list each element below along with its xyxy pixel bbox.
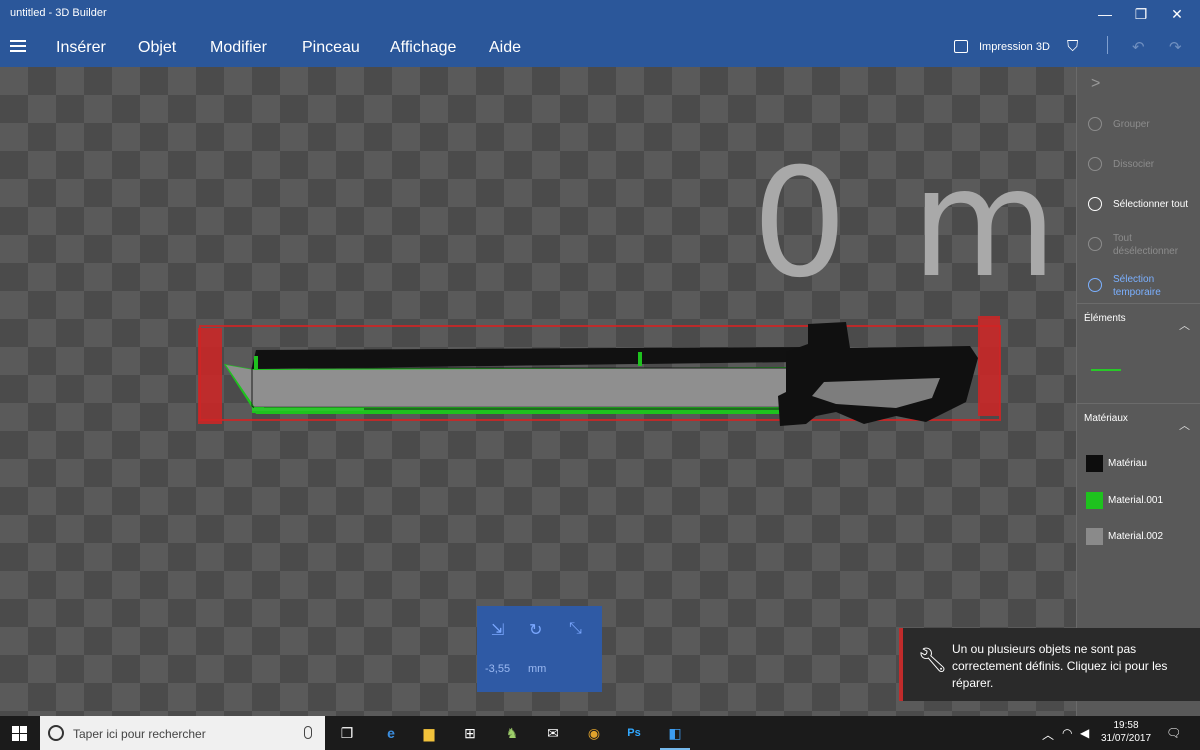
material-item[interactable]: Matériau: [1086, 455, 1200, 473]
mail-icon[interactable]: ✉: [538, 721, 568, 745]
spine: [252, 347, 806, 369]
file-explorer-icon[interactable]: ▆: [414, 721, 444, 745]
elements-header: Éléments: [1084, 313, 1126, 324]
rivet-left: [254, 356, 258, 370]
undo-icon[interactable]: ↶: [1132, 38, 1145, 56]
notification-text: Un ou plusieurs objets ne sont pas corre…: [952, 642, 1168, 690]
hamburger-menu-icon[interactable]: [10, 40, 26, 54]
group-icon: [1088, 117, 1102, 131]
store-icon[interactable]: ⊞: [455, 721, 485, 745]
transform-unit: mm: [528, 663, 547, 675]
transform-value[interactable]: -3,55: [485, 663, 510, 675]
selection-handle-right: [978, 316, 1000, 416]
panel-collapse-chevron-icon[interactable]: >: [1091, 75, 1100, 93]
redo-icon[interactable]: ↷: [1169, 38, 1182, 56]
element-thumbnail[interactable]: [1091, 369, 1121, 371]
3d-viewport[interactable]: 0 mm ⇲ ↻ ⤡ -3,55 mm: [0, 67, 1076, 716]
menu-inserer[interactable]: Insérer: [56, 39, 106, 57]
panel-divider: [1077, 303, 1200, 304]
dimension-label: 0 mm: [752, 137, 1076, 311]
taskbar: Taper ici pour rechercher ❐ e ▆ ⊞ ♞ ✉ ◉ …: [0, 716, 1200, 750]
task-view-icon[interactable]: ❐: [332, 721, 362, 745]
menu-aide[interactable]: Aide: [489, 39, 521, 57]
ungroup-icon: [1088, 157, 1102, 171]
scale-icon[interactable]: ⤡: [569, 620, 582, 638]
blade-body: [226, 365, 794, 409]
deselect-all-icon: [1088, 237, 1102, 251]
knife-model[interactable]: [196, 312, 1006, 432]
clock-time: 19:58: [1113, 720, 1139, 731]
title-bar: untitled - 3D Builder — ❐ ✕: [0, 0, 1200, 30]
material-swatch: [1086, 528, 1103, 545]
game-app-icon[interactable]: ♞: [497, 721, 527, 745]
transform-panel: ⇲ ↻ ⤡ -3,55 mm: [477, 606, 602, 692]
materials-collapse-icon[interactable]: ︿: [1179, 417, 1190, 433]
temporary-selection-icon: [1088, 278, 1102, 292]
volume-icon[interactable]: ◀: [1080, 726, 1089, 740]
elements-collapse-icon[interactable]: ︿: [1179, 317, 1190, 333]
wifi-icon[interactable]: ◠: [1062, 726, 1072, 740]
menu-pinceau[interactable]: Pinceau: [302, 39, 360, 57]
tray-chevron-icon[interactable]: ︿: [1042, 726, 1054, 743]
edge-shadow: [254, 406, 784, 408]
windows-start-icon[interactable]: [12, 726, 27, 741]
taskbar-search-box[interactable]: Taper ici pour rechercher: [40, 716, 325, 750]
microphone-icon[interactable]: [304, 726, 312, 739]
rivet-right: [638, 352, 642, 366]
3d-builder-taskbar-icon[interactable]: ◧: [660, 721, 690, 750]
material-item[interactable]: Material.002: [1086, 528, 1200, 546]
menu-bar: Insérer Objet Modifier Pinceau Affichage…: [0, 30, 1200, 67]
taskbar-clock[interactable]: 19:58 31/07/2017: [1100, 719, 1152, 745]
window-title: untitled - 3D Builder: [10, 7, 107, 19]
panel-divider-2: [1077, 403, 1200, 404]
menu-modifier[interactable]: Modifier: [210, 39, 267, 57]
clock-date: 31/07/2017: [1100, 733, 1152, 744]
wrench-icon: 🔧︎: [917, 647, 948, 674]
material-item[interactable]: Material.001: [1086, 492, 1200, 510]
edge-highlight: [252, 408, 364, 411]
materials-header: Matériaux: [1084, 413, 1128, 424]
action-center-icon[interactable]: 🗨︎: [1166, 726, 1181, 740]
cortana-icon: [48, 725, 64, 741]
menu-objet[interactable]: Objet: [138, 39, 176, 57]
select-all-icon: [1088, 197, 1102, 211]
selection-handle-left: [198, 328, 222, 424]
close-button[interactable]: ✕: [1154, 0, 1200, 28]
repair-notification[interactable]: 🔧︎ Un ou plusieurs objets ne sont pas co…: [899, 628, 1200, 701]
right-panel: > Grouper Dissocier Sélectionner tout To…: [1076, 67, 1200, 716]
material-swatch: [1086, 455, 1103, 472]
move-icon[interactable]: ⇲: [491, 620, 504, 640]
tip: [254, 407, 264, 408]
material-swatch: [1086, 492, 1103, 509]
menu-affichage[interactable]: Affichage: [390, 39, 456, 57]
toolbar-divider: [1107, 36, 1108, 54]
search-placeholder: Taper ici pour rechercher: [73, 727, 206, 741]
edge-browser-icon[interactable]: e: [376, 721, 406, 745]
printer-icon[interactable]: [954, 40, 968, 53]
handle: [778, 322, 978, 426]
rotate-icon[interactable]: ↻: [529, 620, 542, 640]
photoshop-icon[interactable]: Ps: [619, 721, 649, 745]
print-3d-button[interactable]: Impression 3D: [979, 41, 1050, 53]
chrome-icon[interactable]: ◉: [579, 721, 609, 745]
repair-icon[interactable]: ⛉: [1067, 38, 1078, 55]
